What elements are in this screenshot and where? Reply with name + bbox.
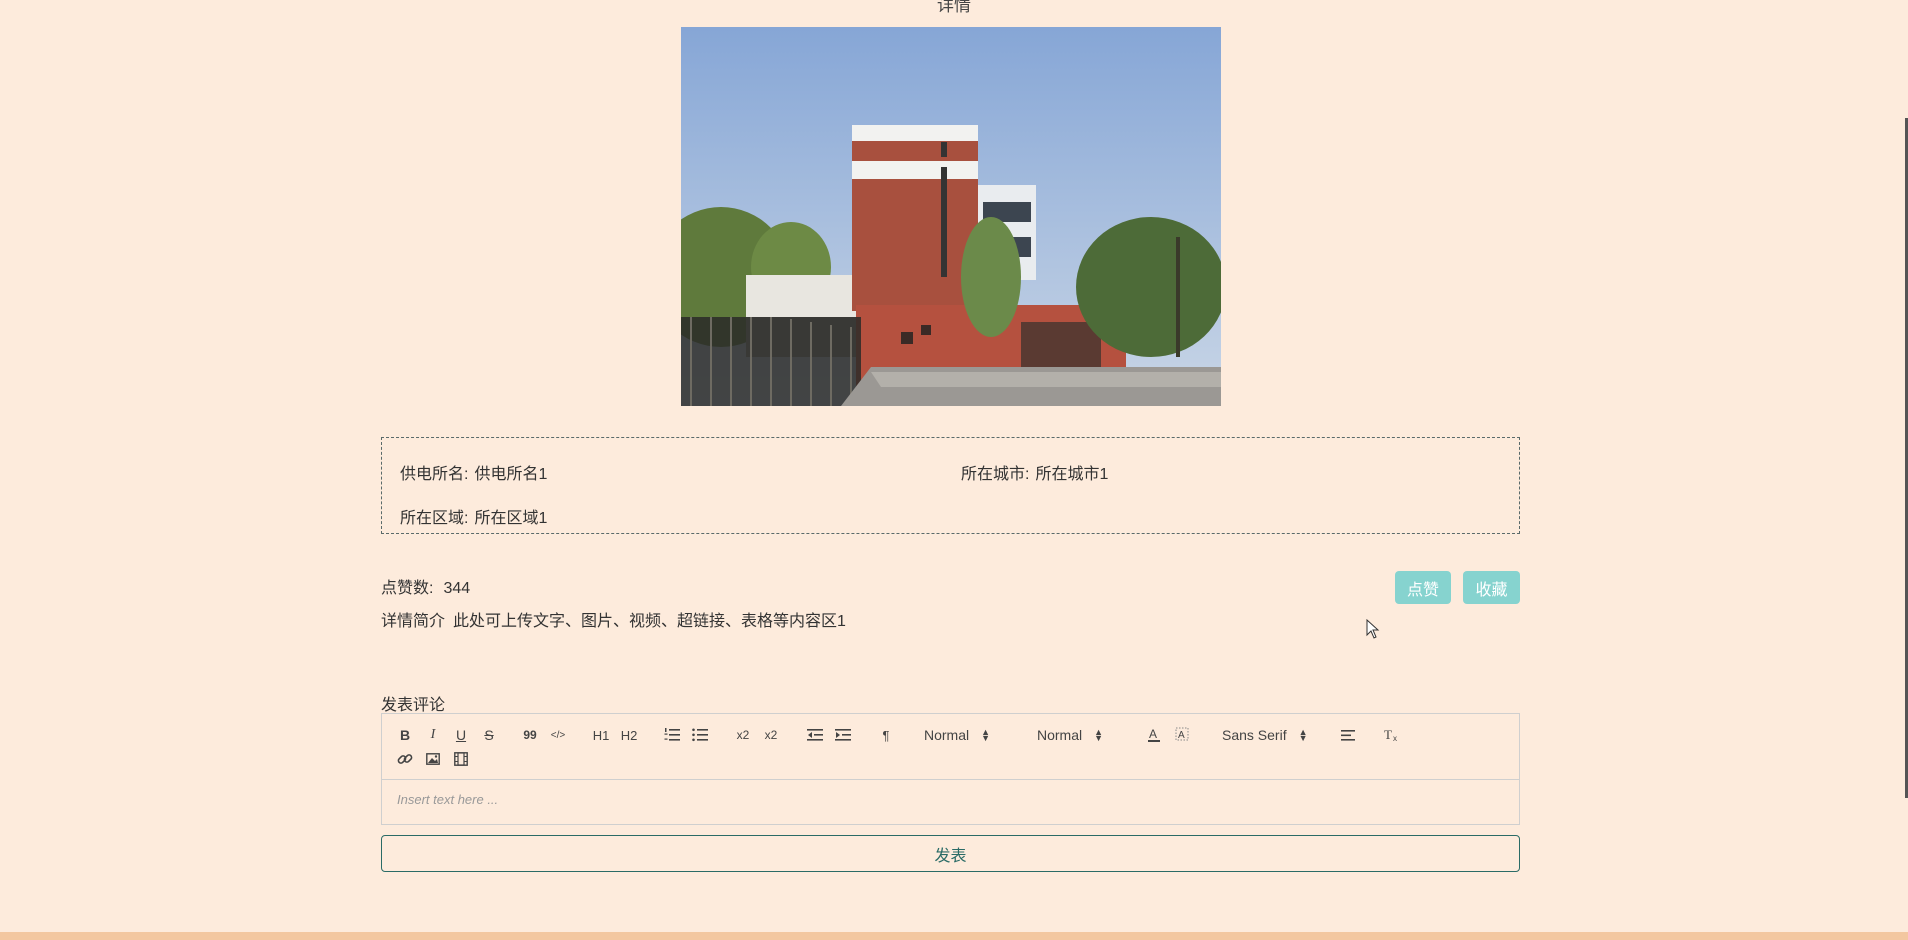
editor-toolbar: B I U S 99 </> H1 H2 x2 x2 ¶ Normal ▲ ▼ No…	[382, 714, 1519, 780]
city-label: 所在城市:	[961, 466, 1030, 483]
svg-text:x: x	[1393, 734, 1397, 742]
link-icon[interactable]	[395, 749, 415, 769]
likes-count: 点赞数: 344	[381, 574, 470, 598]
indent-icon[interactable]	[833, 725, 853, 745]
comment-heading: 发表评论	[381, 697, 446, 714]
mouse-cursor-icon	[1366, 618, 1380, 644]
svg-text:T: T	[1384, 728, 1392, 742]
district-value: 所在区域1	[474, 510, 548, 527]
station-name-field: 供电所名: 供电所名1	[400, 460, 547, 484]
city-value: 所在城市1	[1035, 466, 1109, 483]
subscript-icon[interactable]: x2	[733, 725, 753, 745]
station-name-label: 供电所名:	[400, 466, 469, 483]
district-label: 所在区域:	[400, 510, 469, 527]
text-color-icon[interactable]: A	[1144, 725, 1164, 745]
likes-label: 点赞数:	[381, 580, 434, 597]
align-icon[interactable]	[1339, 725, 1359, 745]
station-name-value: 供电所名1	[474, 466, 548, 483]
size-select[interactable]: Normal ▲ ▼	[1037, 725, 1103, 745]
blockquote-icon[interactable]: 99	[520, 725, 540, 745]
header-select-value: Normal	[924, 727, 970, 743]
like-button[interactable]: 点赞	[1395, 571, 1451, 604]
header-select[interactable]: Normal ▲ ▼	[924, 725, 990, 745]
bold-icon[interactable]: B	[395, 725, 415, 745]
select-arrows-icon: ▲ ▼	[981, 727, 991, 743]
intro-label: 详情简介	[381, 613, 446, 630]
footer-bar	[0, 932, 1908, 940]
detail-image	[681, 27, 1221, 406]
city-field: 所在城市: 所在城市1	[961, 460, 1108, 484]
font-select[interactable]: Sans Serif ▲ ▼	[1222, 725, 1308, 745]
info-panel: 供电所名: 供电所名1 所在城市: 所在城市1 所在区域: 所在区域1	[381, 437, 1520, 534]
comment-input[interactable]: Insert text here ...	[382, 780, 1519, 824]
video-icon[interactable]	[451, 749, 471, 769]
bullet-list-icon[interactable]	[690, 725, 710, 745]
outdent-icon[interactable]	[805, 725, 825, 745]
building-photo	[681, 27, 1221, 406]
submit-comment-button[interactable]: 发表	[381, 835, 1520, 872]
superscript-icon[interactable]: x2	[761, 725, 781, 745]
intro-value: 此处可上传文字、图片、视频、超链接、表格等内容区1	[453, 613, 846, 630]
underline-icon[interactable]: U	[451, 725, 471, 745]
header1-icon[interactable]: H1	[591, 725, 611, 745]
rich-text-editor: B I U S 99 </> H1 H2 x2 x2 ¶ Normal ▲ ▼ No…	[381, 713, 1520, 825]
font-select-value: Sans Serif	[1222, 727, 1287, 743]
text-direction-icon[interactable]: ¶	[876, 725, 896, 745]
detail-intro: 详情简介 此处可上传文字、图片、视频、超链接、表格等内容区1	[381, 607, 846, 631]
ordered-list-icon[interactable]	[662, 725, 682, 745]
image-icon[interactable]	[423, 749, 443, 769]
favorite-button[interactable]: 收藏	[1463, 571, 1520, 604]
svg-text:A: A	[1149, 727, 1157, 741]
code-block-icon[interactable]: </>	[548, 725, 568, 745]
likes-value: 344	[443, 580, 471, 597]
page-title: 详情	[937, 0, 971, 15]
strike-icon[interactable]: S	[479, 725, 499, 745]
select-arrows-icon: ▲ ▼	[1298, 727, 1308, 743]
clear-format-icon[interactable]: Tx	[1382, 725, 1402, 745]
district-field: 所在区域: 所在区域1	[400, 504, 547, 528]
header2-icon[interactable]: H2	[619, 725, 639, 745]
select-arrows-icon: ▲ ▼	[1094, 727, 1104, 743]
italic-icon[interactable]: I	[423, 725, 443, 745]
size-select-value: Normal	[1037, 727, 1083, 743]
background-color-icon[interactable]: A	[1172, 725, 1192, 745]
svg-text:A: A	[1178, 730, 1185, 741]
